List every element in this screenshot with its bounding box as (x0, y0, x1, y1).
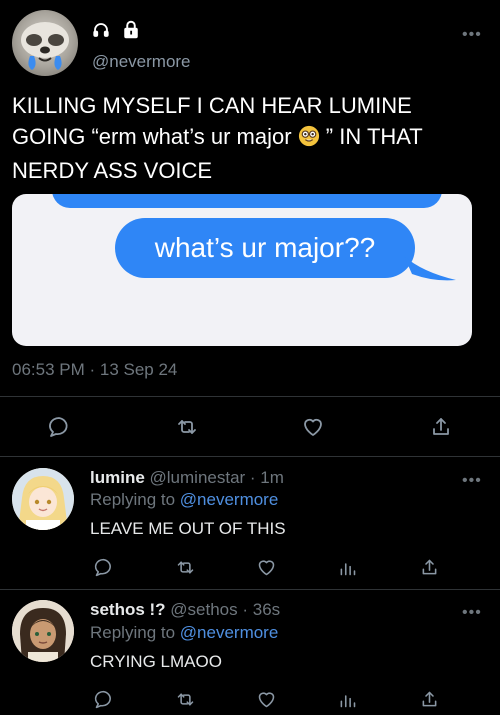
divider (0, 589, 500, 590)
tweet-timestamp: 06:53 PM · 13 Sep 24 (12, 360, 178, 379)
sloth-avatar-icon (21, 22, 69, 70)
analytics-icon (340, 694, 355, 707)
share-button[interactable] (426, 412, 456, 442)
more-options-icon[interactable]: ••• (462, 472, 482, 490)
analytics-button[interactable] (332, 552, 362, 582)
avatar[interactable] (12, 600, 74, 662)
mention-link[interactable]: @nevermore (180, 490, 279, 509)
avatar[interactable] (12, 10, 78, 76)
lumine-avatar-icon (12, 468, 74, 530)
reply-header: lumine @luminestar · 1m (90, 468, 284, 488)
reply-text: LEAVE ME OUT OF THIS (90, 519, 286, 538)
avatar[interactable] (12, 468, 74, 530)
tweet-image[interactable]: what’s ur major?? (12, 194, 472, 346)
author-handle[interactable]: @nevermore (92, 52, 191, 72)
message-bubble-partial (52, 194, 442, 208)
share-icon (422, 559, 436, 574)
retweet-icon (177, 692, 193, 706)
reply-icon (94, 690, 111, 708)
retweet-button[interactable] (170, 552, 200, 582)
like-icon (304, 418, 322, 436)
sethos-avatar-icon (12, 600, 74, 662)
reply-author-meta: @luminestar · 1m (144, 468, 284, 487)
share-icon (433, 418, 449, 435)
retweet-button[interactable] (172, 412, 202, 442)
tweet-text-line2b: ” IN THAT (319, 124, 423, 149)
replying-to: Replying to @nevermore (90, 623, 278, 643)
reply-author-name[interactable]: lumine (90, 468, 145, 487)
like-icon (258, 559, 274, 575)
reply-button[interactable] (88, 684, 118, 714)
like-button[interactable] (298, 412, 328, 442)
share-icon (422, 691, 436, 706)
divider (0, 456, 500, 457)
tweet-text-line1: KILLING MYSELF I CAN HEAR LUMINE (12, 93, 412, 118)
share-button[interactable] (414, 552, 444, 582)
reply-icon (94, 558, 111, 576)
replying-prefix: Replying to (90, 623, 180, 642)
message-bubble: what’s ur major?? (115, 218, 415, 278)
lock-icon (122, 20, 140, 45)
replying-prefix: Replying to (90, 490, 180, 509)
retweet-icon (177, 560, 193, 574)
reply-header: sethos !? @sethos · 36s (90, 600, 280, 620)
message-bubble-text: what’s ur major?? (154, 232, 376, 263)
headphones-icon (92, 21, 110, 44)
reply-author-name[interactable]: sethos !? (90, 600, 166, 619)
retweet-icon (178, 420, 196, 434)
like-button[interactable] (251, 552, 281, 582)
more-options-icon[interactable]: ••• (462, 26, 482, 44)
reply-button[interactable] (44, 412, 74, 442)
more-options-icon[interactable]: ••• (462, 604, 482, 622)
like-button[interactable] (251, 684, 281, 714)
analytics-button[interactable] (332, 684, 362, 714)
like-icon (258, 691, 274, 707)
tweet-text-line2a: GOING “erm what’s ur major (12, 124, 292, 149)
retweet-button[interactable] (170, 684, 200, 714)
tweet-text-line3: NERDY ASS VOICE (12, 158, 213, 183)
replying-to: Replying to @nevermore (90, 490, 278, 510)
share-button[interactable] (414, 684, 444, 714)
bubble-tail-icon (404, 256, 456, 281)
divider (0, 396, 500, 397)
reply-icon (49, 417, 68, 437)
mention-link[interactable]: @nevermore (180, 623, 279, 642)
profile-badges (92, 20, 140, 45)
reply-text: CRYING LMAOO (90, 652, 222, 671)
reply-author-meta: @sethos · 36s (165, 600, 281, 619)
nerd-emoji-icon (298, 124, 320, 155)
reply-button[interactable] (88, 552, 118, 582)
tweet-text: KILLING MYSELF I CAN HEAR LUMINE GOING “… (12, 90, 482, 186)
analytics-icon (340, 562, 355, 575)
